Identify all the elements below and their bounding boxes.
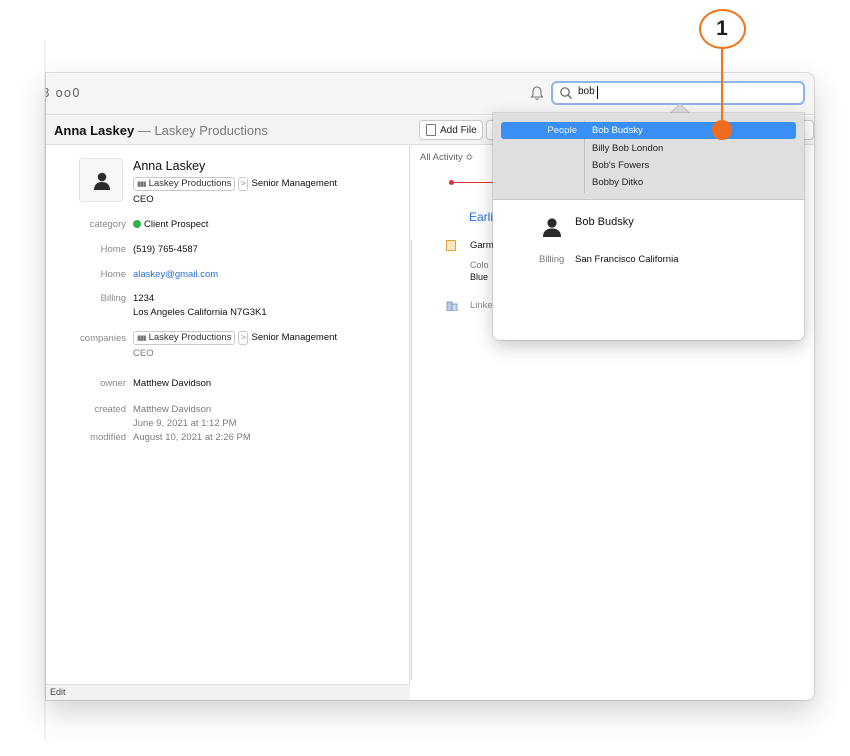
chevron-right-icon[interactable]: > — [238, 331, 249, 345]
phone-value[interactable]: (519) 765-4587 — [133, 243, 198, 257]
timeline-line — [451, 182, 493, 183]
record-title-name: Anna Laskey — [54, 123, 135, 138]
building-icon — [446, 301, 458, 311]
result-item[interactable]: Bob's Fowers — [592, 160, 649, 171]
companies-chip[interactable]: ▮▮▮ Laskey Productions — [133, 331, 236, 345]
view-toggle-icons[interactable]: 8 oo0 — [46, 86, 81, 100]
billing-label: Billing — [100, 293, 126, 304]
chevron-right-icon[interactable]: > — [238, 177, 249, 191]
company-chip-label: Laskey Productions — [148, 178, 232, 189]
activity-item-title[interactable]: Garm — [470, 240, 494, 251]
owner-value[interactable]: Matthew Davidson — [133, 377, 211, 391]
record-title: Anna Laskey — Laskey Productions — [54, 123, 268, 138]
category-value[interactable]: Client Prospect — [133, 218, 208, 232]
callout-target-dot — [712, 120, 732, 140]
search-input-value[interactable]: bob — [578, 86, 595, 97]
category-label: category — [89, 219, 126, 230]
linked-label: Linke — [470, 300, 493, 311]
document-icon — [426, 124, 436, 136]
bottom-bar: Edit — [46, 684, 410, 700]
email-label: Home — [100, 269, 126, 280]
contact-title: CEO — [133, 194, 154, 205]
status-dot-icon — [133, 220, 141, 228]
companies-chip-label: Laskey Productions — [148, 332, 232, 343]
companies-department: Senior Management — [251, 332, 338, 343]
contact-department: Senior Management — [251, 178, 338, 189]
note-icon — [446, 240, 456, 251]
activity-filter[interactable]: All Activity ≎ — [420, 152, 473, 163]
created-by: Matthew Davidson — [133, 404, 212, 415]
owner-label: owner — [100, 378, 126, 389]
add-file-label: Add File — [440, 125, 477, 136]
text-caret — [597, 86, 598, 99]
person-icon — [94, 172, 110, 190]
contact-detail-pane: Anna Laskey ▮▮▮ Laskey Productions > Senior… — [46, 146, 410, 686]
modified-date: August 10, 2021 at 2:26 PM — [133, 432, 251, 443]
titlebar: 8 oo0 bob — [46, 73, 814, 115]
building-icon: ▮▮▮ — [137, 335, 147, 342]
contact-name: Anna Laskey — [133, 159, 206, 173]
activity-field-value: Blue — [470, 272, 489, 282]
companies-row: ▮▮▮ Laskey Productions > Senior Management — [133, 331, 337, 345]
company-chip[interactable]: ▮▮▮ Laskey Productions — [133, 177, 236, 191]
companies-title: CEO — [133, 348, 154, 359]
result-item[interactable]: Bobby Ditko — [592, 177, 643, 188]
page: 8 oo0 bob Anna Laskey — Laskey Productio… — [0, 0, 850, 756]
record-title-separator: — — [134, 123, 155, 138]
bell-icon[interactable] — [528, 84, 546, 102]
preview-billing-label: Billing — [539, 254, 565, 265]
billing-line-1: 1234 — [133, 293, 155, 304]
add-file-button[interactable]: Add File — [419, 120, 483, 140]
modified-label: modified — [90, 432, 126, 443]
person-icon — [543, 218, 561, 237]
results-list: People Bob Budsky Billy Bob London Bob's… — [493, 113, 804, 200]
avatar[interactable] — [79, 158, 123, 202]
preview-name[interactable]: Bob Budsky — [575, 216, 634, 228]
pane-divider — [411, 240, 412, 680]
search-icon — [560, 87, 572, 99]
result-item[interactable]: Billy Bob London — [592, 143, 663, 154]
result-item-selected[interactable]: People Bob Budsky — [501, 122, 796, 139]
category-value-text: Client Prospect — [144, 219, 209, 230]
companies-label: companies — [80, 333, 126, 344]
earlier-heading[interactable]: Earli — [469, 210, 493, 224]
callout-badge: 1 — [699, 9, 746, 49]
email-link[interactable]: alaskey@gmail.com — [133, 268, 218, 282]
preview-billing-value: San Francisco California — [575, 254, 679, 265]
created-label: created — [94, 404, 126, 415]
edit-button[interactable]: Edit — [50, 687, 66, 697]
search-results-popover: People Bob Budsky Billy Bob London Bob's… — [493, 113, 804, 340]
contact-company-row: ▮▮▮ Laskey Productions > Senior Management — [133, 177, 337, 191]
toolbar-button-right-partial[interactable] — [804, 120, 814, 140]
activity-field-label: Colo — [470, 260, 489, 270]
callout-number: 1 — [716, 17, 728, 40]
result-item-label: Bob Budsky — [592, 125, 643, 136]
building-icon: ▮▮▮ — [137, 181, 147, 188]
record-title-company: Laskey Productions — [154, 123, 268, 138]
callout-line — [721, 49, 723, 120]
search-field[interactable]: bob — [551, 81, 805, 105]
billing-line-2: Los Angeles California N7G3K1 — [133, 307, 267, 318]
phone-label: Home — [100, 244, 126, 255]
created-date: June 9, 2021 at 1:12 PM — [133, 418, 237, 429]
result-category: People — [547, 125, 577, 136]
